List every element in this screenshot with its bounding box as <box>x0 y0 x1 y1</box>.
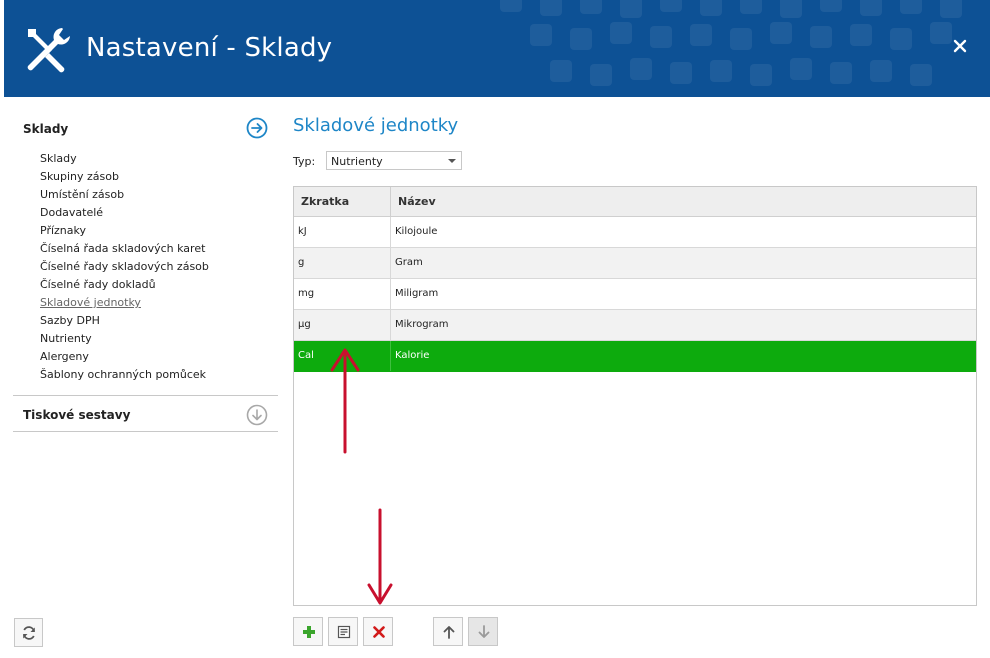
arrow-right-circle-icon[interactable] <box>246 117 268 139</box>
type-label: Typ: <box>293 155 316 168</box>
sidebar-item-skladove-jednotky[interactable]: Skladové jednotky <box>40 294 209 312</box>
add-button[interactable] <box>293 617 323 646</box>
cell-name: Mikrogram <box>395 319 449 330</box>
cell-name: Kalorie <box>395 350 430 361</box>
units-table: Zkratka Název kJ Kilojoule g Gram mg Mil… <box>293 186 977 606</box>
type-select-value: Nutrienty <box>331 155 383 168</box>
cell-abbr: mg <box>298 288 315 299</box>
sidebar-item-ciselne-rady-dokladu[interactable]: Číselné řady dokladů <box>40 276 209 294</box>
section-title-sklady[interactable]: Sklady <box>23 122 68 136</box>
sidebar-item-ciselna-rada-karet[interactable]: Číselná řada skladových karet <box>40 240 209 258</box>
sidebar-item-skupiny-zasob[interactable]: Skupiny zásob <box>40 168 209 186</box>
move-down-button[interactable] <box>468 617 498 646</box>
section-title-tiskove-sestavy[interactable]: Tiskové sestavy <box>23 408 130 422</box>
refresh-button[interactable] <box>14 618 43 647</box>
add-icon <box>303 626 315 638</box>
sidebar-item-alergeny[interactable]: Alergeny <box>40 348 209 366</box>
arrow-down-circle-icon[interactable] <box>246 404 268 426</box>
page-title: Skladové jednotky <box>293 115 459 136</box>
cell-abbr: µg <box>298 319 311 330</box>
move-up-icon <box>443 626 455 639</box>
tools-icon <box>27 28 70 73</box>
table-row-selected[interactable]: Cal Kalorie <box>294 341 976 372</box>
window-header: Nastavení - Sklady <box>4 0 990 97</box>
table-row[interactable]: mg Miligram <box>294 279 976 310</box>
edit-button[interactable] <box>328 617 358 646</box>
move-down-icon <box>478 625 490 638</box>
sidebar-item-sklady[interactable]: Sklady <box>40 150 209 168</box>
delete-icon <box>373 626 385 638</box>
table-header: Zkratka Název <box>294 187 976 217</box>
sidebar-item-sablony-pomucek[interactable]: Šablony ochranných pomůcek <box>40 366 209 384</box>
header-pattern <box>500 0 962 86</box>
cell-abbr: kJ <box>298 226 307 237</box>
sidebar-item-sazby-dph[interactable]: Sazby DPH <box>40 312 209 330</box>
type-select[interactable]: Nutrienty <box>326 151 462 170</box>
delete-button[interactable] <box>363 617 393 646</box>
sidebar-divider <box>13 395 278 396</box>
cell-abbr: g <box>298 257 305 268</box>
sidebar-divider <box>13 431 278 432</box>
cell-name: Kilojoule <box>395 226 438 237</box>
column-header-zkratka[interactable]: Zkratka <box>294 187 390 217</box>
cell-name: Miligram <box>395 288 439 299</box>
table-row[interactable]: µg Mikrogram <box>294 310 976 341</box>
window-title: Nastavení - Sklady <box>86 33 333 63</box>
sidebar-item-priznaky[interactable]: Příznaky <box>40 222 209 240</box>
sidebar-item-umisteni-zasob[interactable]: Umístění zásob <box>40 186 209 204</box>
sidebar-item-nutrienty[interactable]: Nutrienty <box>40 330 209 348</box>
sidebar-nav: Sklady Skupiny zásob Umístění zásob Doda… <box>40 150 209 384</box>
refresh-icon <box>23 626 35 640</box>
close-icon[interactable] <box>952 38 968 54</box>
sidebar-item-ciselne-rady-zasob[interactable]: Číselné řady skladových zásob <box>40 258 209 276</box>
edit-icon <box>337 625 351 639</box>
cell-abbr: Cal <box>298 350 314 361</box>
chevron-down-icon <box>448 159 456 163</box>
move-up-button[interactable] <box>433 617 463 646</box>
table-row[interactable]: kJ Kilojoule <box>294 217 976 248</box>
column-header-nazev[interactable]: Název <box>391 187 436 217</box>
table-row[interactable]: g Gram <box>294 248 976 279</box>
sidebar-item-dodavatele[interactable]: Dodavatelé <box>40 204 209 222</box>
cell-name: Gram <box>395 257 423 268</box>
